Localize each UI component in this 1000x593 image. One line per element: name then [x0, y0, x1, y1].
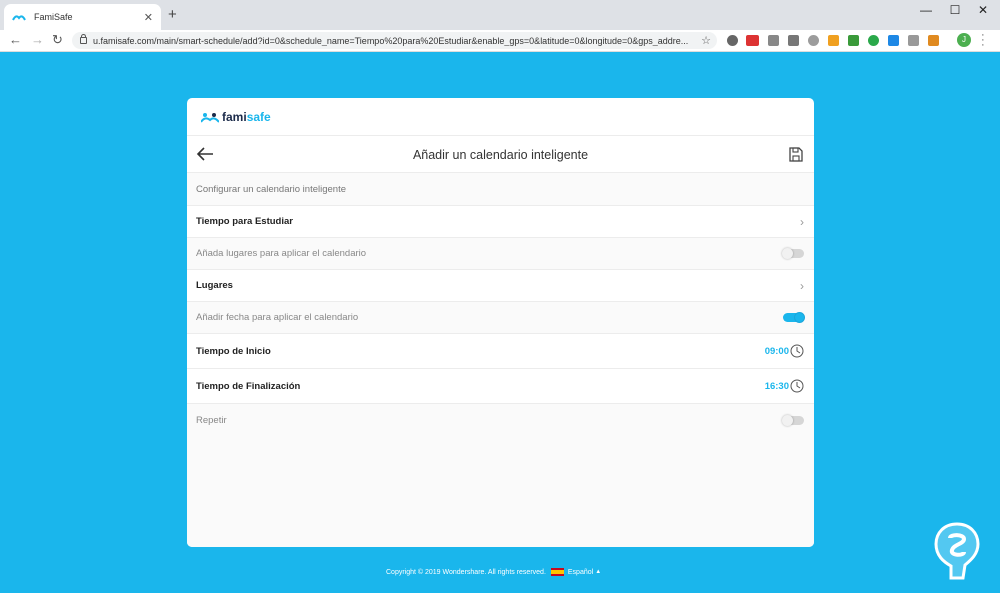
toggle-knob: [782, 248, 793, 259]
browser-tabstrip: FamiSafe ✕ + — ☐ ✕: [0, 0, 1000, 30]
schedule-card: fami safe Añadir un calendario inteligent…: [187, 98, 814, 547]
add-date-toggle[interactable]: [783, 312, 805, 323]
new-tab-button[interactable]: +: [168, 7, 177, 22]
chevron-right-icon: ›: [800, 214, 804, 229]
start-time-value: 09:00: [764, 345, 789, 357]
repeat-label: Repetir: [196, 414, 227, 426]
end-time-value: 16:30: [764, 380, 789, 392]
schedule-name-row[interactable]: Tiempo para Estudiar ›: [187, 206, 814, 238]
page-titlebar: Añadir un calendario inteligente: [187, 136, 814, 173]
minimize-icon[interactable]: —: [911, 3, 941, 17]
toggle-knob: [782, 414, 793, 426]
clock-icon: [790, 344, 804, 358]
address-bar[interactable]: u.famisafe.com/main/smart-schedule/add?i…: [72, 32, 717, 49]
end-time-picker[interactable]: 16:30: [765, 379, 804, 393]
copyright-text: Copyright © 2019 Wondershare. All rights…: [386, 568, 546, 576]
logo-text-fami: fami: [222, 109, 247, 124]
language-selector[interactable]: Español: [568, 569, 593, 576]
reload-icon[interactable]: ↻: [52, 32, 63, 48]
extension-icon[interactable]: [788, 35, 799, 46]
maximize-icon[interactable]: ☐: [940, 3, 970, 17]
extension-icon[interactable]: [888, 35, 899, 46]
empty-area: [187, 436, 814, 547]
footer: Copyright © 2019 Wondershare. All rights…: [386, 568, 601, 576]
window-close-icon[interactable]: ✕: [968, 3, 998, 17]
places-label: Lugares: [196, 280, 233, 291]
browser-toolbar: ← → ↻ u.famisafe.com/main/smart-schedule…: [0, 30, 1000, 52]
extension-icon[interactable]: [848, 35, 859, 46]
lock-icon: [80, 34, 87, 44]
clock-icon: [790, 379, 804, 393]
schedule-name-label: Tiempo para Estudiar: [196, 216, 293, 227]
profile-avatar[interactable]: J: [957, 33, 971, 47]
toggle-knob: [794, 312, 805, 323]
star-icon[interactable]: ☆: [701, 34, 711, 47]
extension-icon[interactable]: [908, 35, 919, 46]
tab-close-icon[interactable]: ✕: [144, 11, 153, 24]
add-places-row: Añada lugares para aplicar el calendario: [187, 238, 814, 270]
extension-icon[interactable]: [928, 35, 939, 46]
start-time-picker[interactable]: 09:00: [765, 344, 804, 358]
chevron-right-icon: ›: [800, 278, 804, 293]
start-time-label: Tiempo de Inicio: [196, 345, 271, 357]
famisafe-favicon-icon: [12, 15, 26, 21]
section-label: Configurar un calendario inteligente: [187, 173, 814, 206]
extension-icon[interactable]: [727, 35, 738, 46]
places-row[interactable]: Lugares ›: [187, 270, 814, 302]
spain-flag-icon: [550, 568, 564, 576]
repeat-toggle[interactable]: [782, 414, 804, 426]
tab-title: FamiSafe: [34, 12, 73, 22]
app-header: fami safe: [187, 98, 814, 136]
famisafe-logo-icon: [201, 112, 219, 123]
back-nav-icon[interactable]: ←: [9, 32, 22, 48]
extension-icon[interactable]: [768, 35, 779, 46]
caret-up-icon[interactable]: ▲: [595, 569, 601, 575]
extension-icon[interactable]: [808, 35, 819, 46]
extension-icon[interactable]: [746, 35, 759, 46]
browser-menu-icon[interactable]: · · ·: [981, 30, 985, 51]
start-time-row[interactable]: Tiempo de Inicio 09:00: [187, 334, 814, 369]
logo-text-safe: safe: [246, 109, 271, 124]
url-text: u.famisafe.com/main/smart-schedule/add?i…: [93, 35, 689, 46]
add-date-row: Añadir fecha para aplicar el calendario: [187, 302, 814, 334]
end-time-label: Tiempo de Finalización: [196, 380, 301, 392]
add-places-label: Añada lugares para aplicar el calendario: [196, 248, 367, 259]
add-places-toggle[interactable]: [782, 248, 804, 259]
extension-icon[interactable]: [828, 35, 839, 46]
save-icon[interactable]: [789, 147, 803, 162]
browser-tab[interactable]: FamiSafe ✕: [4, 4, 161, 30]
forward-nav-icon[interactable]: →: [31, 32, 44, 48]
end-time-row[interactable]: Tiempo de Finalización 16:30: [187, 369, 814, 404]
extension-icon[interactable]: [868, 35, 879, 46]
page-title: Añadir un calendario inteligente: [412, 148, 589, 162]
watermark-logo-icon: [934, 522, 980, 580]
add-date-label: Añadir fecha para aplicar el calendario: [196, 312, 359, 323]
repeat-row: Repetir: [187, 404, 814, 436]
